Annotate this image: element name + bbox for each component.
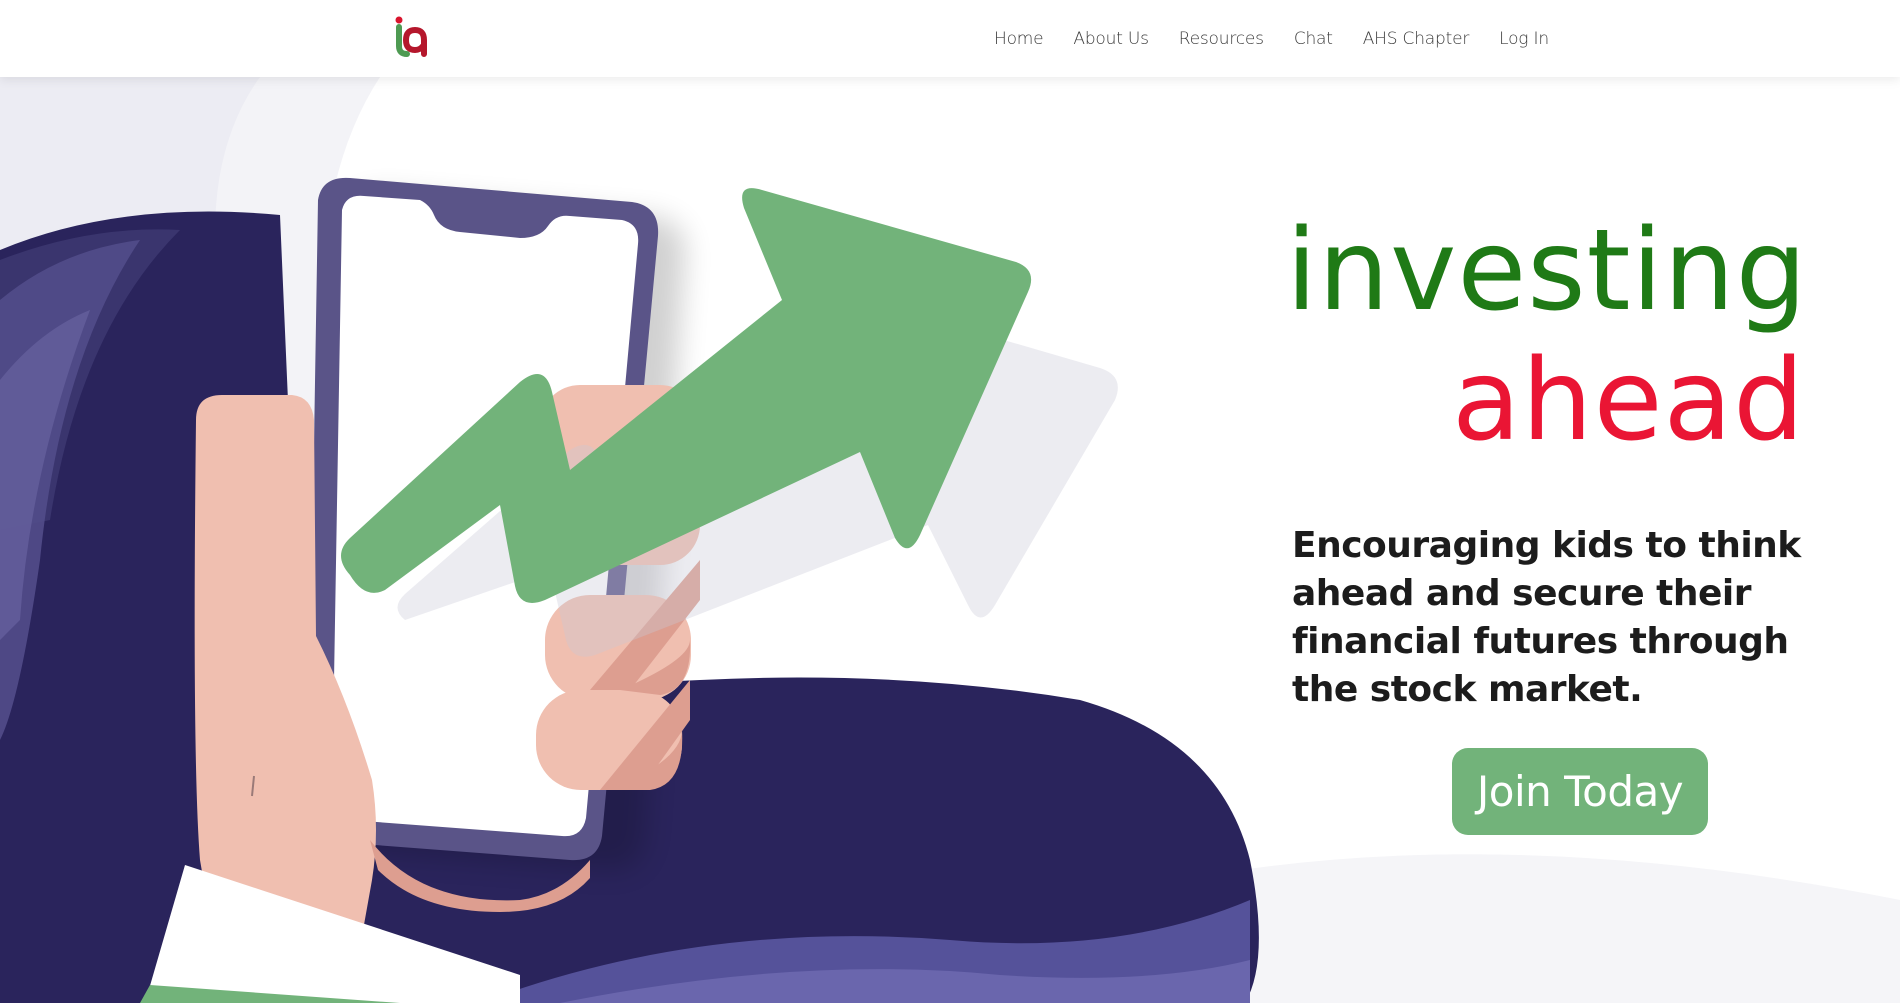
nav-log-in[interactable]: Log In (1499, 29, 1549, 49)
headline-ahead: ahead (1452, 336, 1806, 466)
main-nav: Home About Us Resources Chat AHS Chapter… (994, 0, 1549, 77)
site-header: Home About Us Resources Chat AHS Chapter… (0, 0, 1900, 77)
join-today-button[interactable]: Join Today (1452, 748, 1708, 835)
nav-chat[interactable]: Chat (1294, 29, 1333, 49)
headline-investing: investing (1286, 206, 1808, 336)
hero-tagline: Encouraging kids to think ahead and secu… (1292, 525, 1801, 710)
nav-about-us[interactable]: About Us (1073, 29, 1149, 49)
nav-ahs-chapter[interactable]: AHS Chapter (1363, 29, 1470, 49)
nav-home[interactable]: Home (994, 29, 1044, 49)
ia-logo[interactable] (394, 16, 428, 58)
nav-resources[interactable]: Resources (1179, 29, 1264, 49)
page: Home About Us Resources Chat AHS Chapter… (0, 0, 1900, 1003)
